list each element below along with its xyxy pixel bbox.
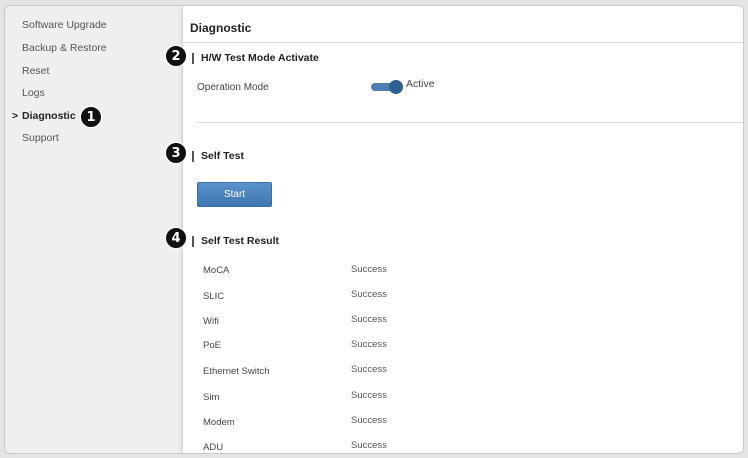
section-title-self-test: Self Test bbox=[192, 151, 244, 162]
start-button[interactable]: Start bbox=[197, 182, 272, 207]
callout-badge-2: 2 bbox=[165, 45, 187, 67]
result-status: Success bbox=[351, 390, 387, 401]
result-name: Modem bbox=[203, 417, 235, 428]
result-status: Success bbox=[351, 314, 387, 325]
page-title: Diagnostic bbox=[190, 21, 252, 35]
result-status: Success bbox=[351, 289, 387, 300]
sidebar-item-backup-restore[interactable]: Backup & Restore bbox=[22, 42, 107, 54]
result-status: Success bbox=[351, 440, 387, 451]
result-name: PoE bbox=[203, 340, 221, 351]
result-name: Wifi bbox=[203, 316, 219, 327]
callout-badge-3: 3 bbox=[165, 142, 187, 164]
result-status: Success bbox=[351, 415, 387, 426]
callout-badge-4: 4 bbox=[165, 227, 187, 249]
app-window: Software Upgrade Backup & Restore Reset … bbox=[4, 5, 744, 454]
result-name: MoCA bbox=[203, 265, 230, 276]
sidebar-item-diagnostic[interactable]: > Diagnostic bbox=[12, 110, 76, 122]
section-title-self-test-result: Self Test Result bbox=[192, 236, 279, 247]
sidebar-item-software-upgrade[interactable]: Software Upgrade bbox=[22, 19, 107, 31]
toggle-state-label: Active bbox=[406, 78, 435, 90]
result-name: Sim bbox=[203, 392, 220, 403]
result-status: Success bbox=[351, 364, 387, 375]
operation-mode-label: Operation Mode bbox=[197, 82, 269, 93]
result-status: Success bbox=[351, 339, 387, 350]
result-name: SLIC bbox=[203, 291, 225, 302]
divider bbox=[196, 122, 743, 123]
sidebar-item-support[interactable]: Support bbox=[22, 132, 59, 144]
operation-mode-toggle[interactable] bbox=[371, 80, 403, 94]
toggle-knob bbox=[389, 80, 403, 94]
callout-badge-1: 1 bbox=[80, 106, 102, 128]
chevron-right-icon: > bbox=[12, 110, 19, 122]
section-title-hw-test-mode: H/W Test Mode Activate bbox=[192, 53, 319, 64]
divider bbox=[183, 42, 743, 43]
sidebar: Software Upgrade Backup & Restore Reset … bbox=[5, 6, 178, 453]
main-panel: Diagnostic H/W Test Mode Activate Operat… bbox=[182, 6, 743, 453]
result-status: Success bbox=[351, 264, 387, 275]
sidebar-item-reset[interactable]: Reset bbox=[22, 65, 49, 77]
sidebar-item-logs[interactable]: Logs bbox=[22, 87, 45, 99]
result-name: Ethernet Switch bbox=[203, 366, 270, 377]
sidebar-item-label: Diagnostic bbox=[22, 110, 76, 122]
result-name: ADU bbox=[203, 442, 224, 453]
